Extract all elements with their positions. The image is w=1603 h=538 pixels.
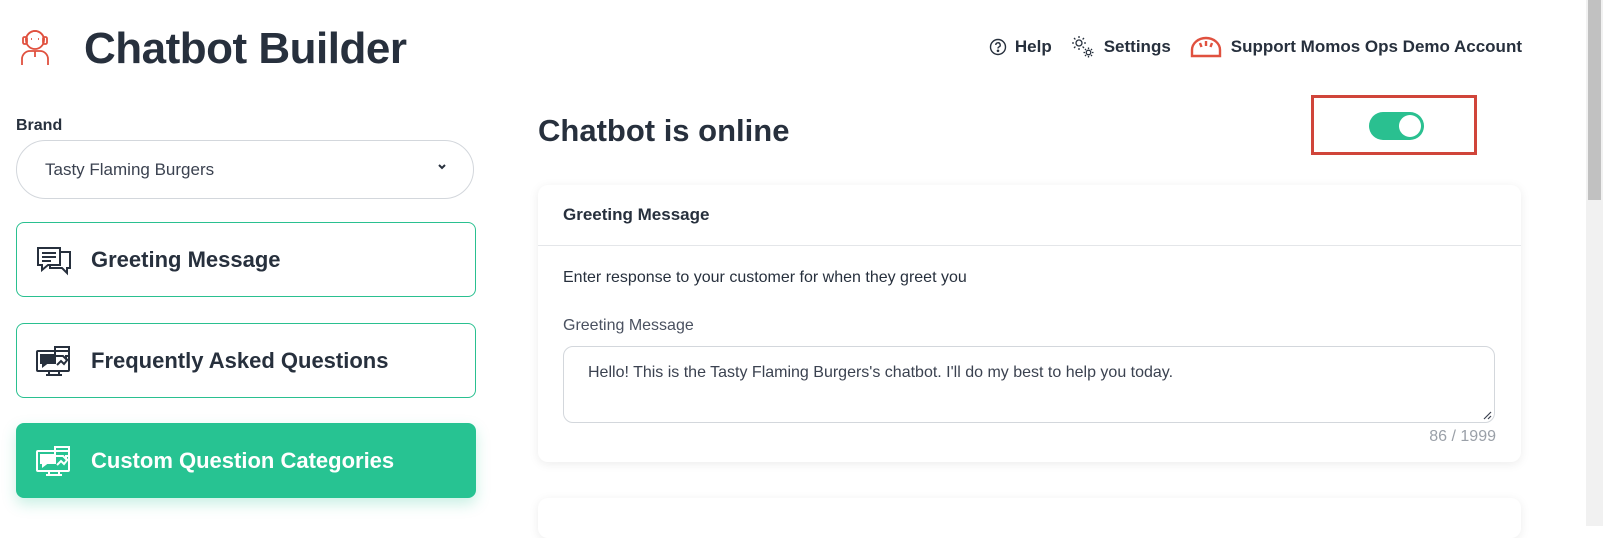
faq-monitor-icon (36, 345, 70, 376)
brand-select[interactable]: Tasty Flaming Burgers (16, 140, 474, 199)
gear-icon (1071, 36, 1094, 58)
greeting-message-card: Greeting Message Enter response to your … (538, 185, 1521, 462)
next-card (538, 498, 1521, 538)
sidebar-item-greeting-message[interactable]: Greeting Message (16, 222, 476, 297)
card-description: Enter response to your customer for when… (563, 269, 967, 286)
brand-label: Brand (16, 117, 63, 134)
help-icon (989, 38, 1007, 56)
toggle-knob (1399, 115, 1421, 137)
sidebar-item-label: Custom Question Categories (91, 447, 395, 473)
help-label: Help (1014, 37, 1052, 56)
card-header: Greeting Message (538, 185, 1521, 246)
char-count: 86 / 1999 (1429, 428, 1496, 445)
account-menu[interactable]: Support Momos Ops Demo Account (1189, 35, 1522, 59)
settings-label: Settings (1103, 37, 1171, 56)
help-link[interactable]: Help (989, 37, 1052, 57)
app-title: Chatbot Builder (84, 24, 407, 73)
brand-selected-value: Tasty Flaming Burgers (45, 159, 215, 179)
faq-monitor-icon (36, 445, 70, 476)
greeting-message-value: Hello! This is the Tasty Flaming Burgers… (588, 364, 1174, 381)
scrollbar-thumb[interactable] (1588, 0, 1601, 200)
sidebar-item-label: Frequently Asked Questions (91, 347, 389, 373)
chevron-down-icon (438, 164, 446, 170)
settings-link[interactable]: Settings (1070, 34, 1171, 60)
sidebar-item-label: Greeting Message (91, 246, 281, 272)
account-brand-icon (1190, 36, 1221, 58)
chat-bubbles-icon (37, 246, 71, 275)
account-label: Support Momos Ops Demo Account (1230, 37, 1522, 56)
chatbot-status-title: Chatbot is online (538, 113, 790, 148)
greeting-field-label: Greeting Message (563, 317, 694, 334)
sidebar-item-faq[interactable]: Frequently Asked Questions (16, 323, 476, 398)
greeting-message-textarea[interactable]: Hello! This is the Tasty Flaming Burgers… (563, 346, 1495, 423)
online-toggle[interactable] (1369, 112, 1424, 140)
chatbot-logo-icon (21, 30, 49, 65)
resize-grip-icon[interactable] (1482, 410, 1492, 420)
page-scrollbar[interactable] (1586, 0, 1603, 526)
sidebar-item-custom-question-categories[interactable]: Custom Question Categories (16, 423, 476, 498)
top-nav: Help Settings Support Momos Ops Demo Acc… (989, 34, 1522, 60)
